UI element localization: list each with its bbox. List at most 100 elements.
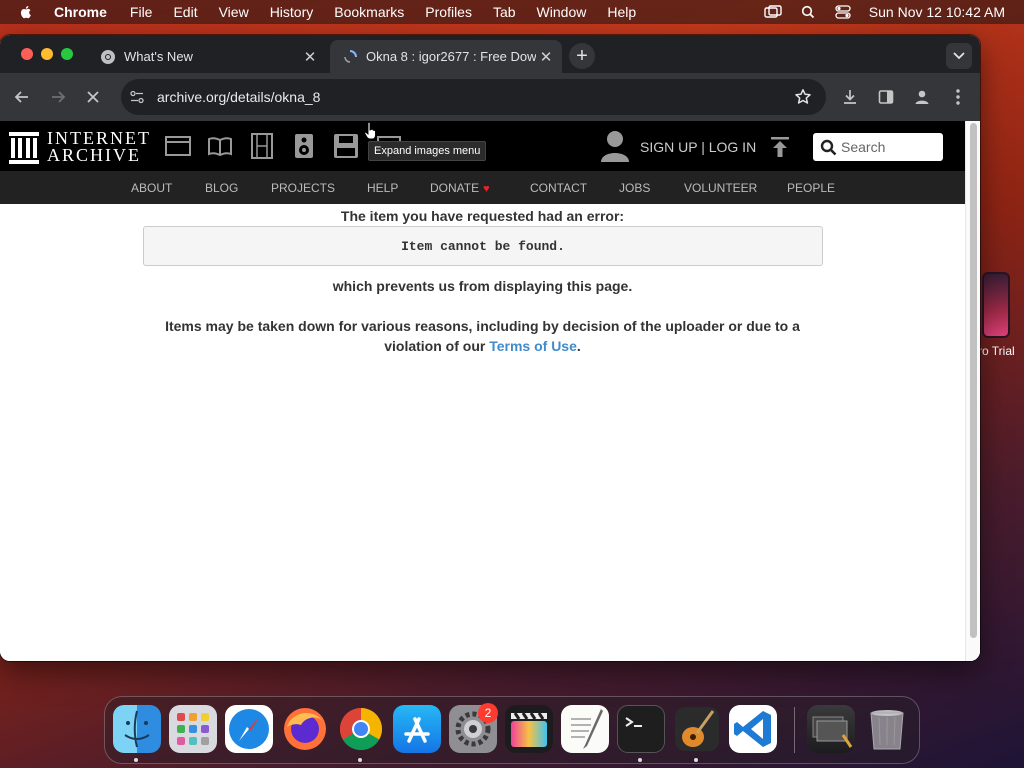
url-text[interactable]: archive.org/details/okna_8 xyxy=(157,89,320,105)
trash-icon[interactable] xyxy=(863,705,911,753)
more-vertical-icon xyxy=(956,89,960,105)
nav-donate[interactable]: DONATE ♥ xyxy=(430,181,490,195)
nav-blog[interactable]: BLOG xyxy=(205,181,238,195)
terminal-icon[interactable] xyxy=(617,705,665,753)
menu-profiles[interactable]: Profiles xyxy=(425,4,472,20)
texts-book-icon[interactable] xyxy=(207,133,233,159)
tab-search-button[interactable] xyxy=(946,43,972,69)
clapperboard-icon xyxy=(511,712,547,747)
menu-help[interactable]: Help xyxy=(607,4,636,20)
arrow-left-icon xyxy=(14,91,28,103)
apple-menu-icon[interactable] xyxy=(18,4,34,20)
app-store-a-icon xyxy=(404,717,430,743)
back-button[interactable] xyxy=(10,85,34,109)
control-center-icon[interactable] xyxy=(834,5,852,19)
stop-loading-button[interactable] xyxy=(81,85,105,109)
textedit-icon[interactable] xyxy=(561,705,609,753)
hand-cursor-icon xyxy=(364,122,376,140)
desktop-app-shortcut[interactable]: ro Trial xyxy=(978,272,1024,362)
menu-edit[interactable]: Edit xyxy=(173,4,197,20)
software-floppy-icon[interactable] xyxy=(333,133,359,159)
takedown-text-line2: violation of our Terms of Use. xyxy=(0,338,965,354)
audio-speaker-icon[interactable] xyxy=(291,133,317,159)
pen-paper-icon xyxy=(571,709,603,749)
nav-people[interactable]: PEOPLE xyxy=(787,181,835,195)
tab-okna-8[interactable]: Okna 8 : igor2677 : Free Dow ✕ xyxy=(330,40,562,73)
chrome-icon[interactable] xyxy=(337,705,385,753)
nav-volunteer[interactable]: VOLUNTEER xyxy=(684,181,757,195)
address-bar[interactable]: archive.org/details/okna_8 xyxy=(121,79,826,115)
nav-about[interactable]: ABOUT xyxy=(131,181,172,195)
menu-file[interactable]: File xyxy=(130,4,153,20)
menu-app-chrome[interactable]: Chrome xyxy=(54,4,107,20)
search-icon xyxy=(820,139,837,156)
nav-donate-label: DONATE xyxy=(430,181,480,195)
nav-contact[interactable]: CONTACT xyxy=(530,181,587,195)
vscode-icon[interactable] xyxy=(729,705,777,753)
final-cut-pro-icon[interactable] xyxy=(505,705,553,753)
macos-dock xyxy=(104,696,920,764)
menu-window[interactable]: Window xyxy=(537,4,587,20)
chevron-down-icon xyxy=(953,52,965,60)
running-indicator xyxy=(134,758,138,762)
safari-compass-icon xyxy=(229,709,269,749)
firefox-icon[interactable] xyxy=(281,705,329,753)
downloads-button[interactable] xyxy=(838,85,862,109)
bookmark-star-icon[interactable] xyxy=(794,88,812,106)
sign-up-log-in-link[interactable]: SIGN UP | LOG IN xyxy=(640,139,756,155)
forward-button[interactable] xyxy=(46,85,70,109)
guitar-icon xyxy=(675,707,719,751)
terminal-prompt-icon xyxy=(625,717,642,727)
menu-history[interactable]: History xyxy=(270,4,314,20)
desktop-app-label: ro Trial xyxy=(978,344,1015,358)
loading-spinner-icon xyxy=(344,49,357,63)
site-info-icon[interactable] xyxy=(129,89,145,105)
heart-icon: ♥ xyxy=(483,183,490,195)
downloads-stack-icon[interactable] xyxy=(807,705,855,753)
app-store-icon[interactable] xyxy=(393,705,441,753)
tab-close-icon[interactable]: ✕ xyxy=(300,47,320,67)
web-page: INTERNET ARCHIVE Expand images menu SIGN… xyxy=(0,121,980,661)
scrollbar-thumb[interactable] xyxy=(970,123,977,638)
web-media-icon[interactable] xyxy=(165,133,191,159)
nav-jobs[interactable]: JOBS xyxy=(619,181,650,195)
menubar-clock[interactable]: Sun Nov 12 10:42 AM xyxy=(869,4,1005,20)
chrome-menu-button[interactable] xyxy=(946,85,970,109)
new-tab-button[interactable]: + xyxy=(569,43,595,69)
error-heading: The item you have requested had an error… xyxy=(340,208,625,224)
menu-bookmarks[interactable]: Bookmarks xyxy=(334,4,404,20)
ia-search-input[interactable]: Search xyxy=(813,133,943,161)
macos-menu-bar: Chrome File Edit View History Bookmarks … xyxy=(0,0,1024,24)
launchpad-icon[interactable] xyxy=(169,705,217,753)
menu-tab[interactable]: Tab xyxy=(493,4,516,20)
takedown-text-line1: Items may be taken down for various reas… xyxy=(165,318,800,334)
spotlight-search-icon[interactable] xyxy=(799,5,817,19)
page-scrollbar[interactable] xyxy=(965,121,980,661)
window-minimize-button[interactable] xyxy=(41,48,53,60)
ia-wordmark-line2: ARCHIVE xyxy=(47,145,141,165)
stack-icon xyxy=(812,716,853,748)
window-close-button[interactable] xyxy=(21,48,33,60)
user-avatar-icon[interactable] xyxy=(600,130,630,162)
side-panel-button[interactable] xyxy=(874,85,898,109)
tab-close-icon[interactable]: ✕ xyxy=(536,47,556,67)
menu-view[interactable]: View xyxy=(219,4,249,20)
screen-mirroring-icon[interactable] xyxy=(764,5,782,19)
window-maximize-button[interactable] xyxy=(61,48,73,60)
safari-icon[interactable] xyxy=(225,705,273,753)
browser-toolbar: archive.org/details/okna_8 xyxy=(0,73,980,121)
profile-button[interactable] xyxy=(910,85,934,109)
video-film-icon[interactable] xyxy=(249,133,275,159)
terms-of-use-link[interactable]: Terms of Use xyxy=(489,338,577,354)
nav-projects[interactable]: PROJECTS xyxy=(271,181,335,195)
garageband-icon[interactable] xyxy=(673,705,721,753)
desktop-app-icon xyxy=(982,272,1010,338)
nav-help[interactable]: HELP xyxy=(367,181,398,195)
ia-logo[interactable]: INTERNET ARCHIVE xyxy=(9,129,149,165)
tab-whats-new[interactable]: What's New ✕ xyxy=(88,40,326,73)
side-panel-icon xyxy=(878,90,894,104)
tab-title: What's New xyxy=(124,49,193,64)
finder-icon[interactable] xyxy=(113,705,161,753)
upload-arrow-icon[interactable] xyxy=(770,136,790,158)
chrome-window: What's New ✕ Okna 8 : igor2677 : Free Do… xyxy=(0,35,980,661)
